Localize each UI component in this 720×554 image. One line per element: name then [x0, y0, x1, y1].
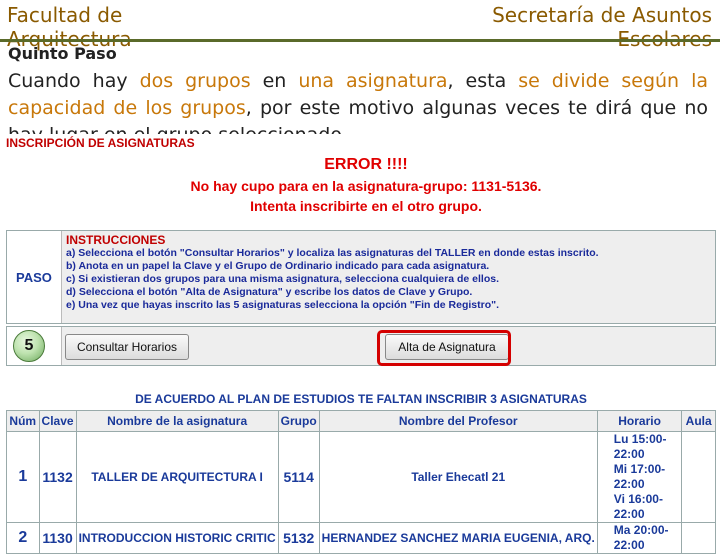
- instruction-line: c) Si existieran dos grupos para una mis…: [66, 273, 499, 285]
- instruction-line: d) Selecciona el botón "Alta de Asignatu…: [66, 286, 473, 298]
- step-number-badge: 5: [13, 330, 45, 362]
- table-row: 1 1132 TALLER DE ARQUITECTURA I 5114 Tal…: [6, 431, 716, 523]
- cell-group: 5132: [277, 522, 320, 554]
- column-header: Nombre de la asignatura: [75, 410, 279, 432]
- step-row: 5 Consultar Horarios Alta de Asignatura: [6, 326, 716, 366]
- plan-title: DE ACUERDO AL PLAN DE ESTUDIOS TE FALTAN…: [135, 392, 587, 406]
- column-header: Clave: [38, 410, 77, 432]
- step-indicator-cell: 5: [7, 327, 62, 365]
- schedule-line: Vi 16:00-22:00: [613, 492, 663, 521]
- highlight-text: dos grupos: [139, 70, 251, 92]
- instructions-body: INSTRUCCIONES a) Selecciona el botón "Co…: [62, 231, 715, 323]
- cell-subject-name: TALLER DE ARQUITECTURA I: [75, 431, 279, 523]
- column-header: Nombre del Profesor: [318, 410, 598, 432]
- consult-schedules-button[interactable]: Consultar Horarios: [65, 334, 189, 360]
- cell-schedule: Lu 15:00-22:00 Mi 17:00-22:00 Vi 16:00-2…: [596, 431, 683, 523]
- cell-num: 1: [6, 431, 40, 523]
- column-header: Grupo: [277, 410, 320, 432]
- subjects-table: Núm Clave Nombre de la asignatura Grupo …: [6, 410, 716, 554]
- error-message: No hay cupo para en la asignatura-grupo:…: [190, 178, 542, 194]
- instruction-line: e) Una vez que hayas inscrito las 5 asig…: [66, 299, 500, 311]
- slide-subtitle: Quinto Paso: [8, 44, 117, 63]
- section-title: INSCRIPCIÓN DE ASIGNATURAS: [6, 136, 195, 150]
- instructions-panel: PASO INSTRUCCIONES a) Selecciona el botó…: [6, 230, 716, 324]
- cell-group: 5114: [277, 431, 320, 523]
- cell-num: 2: [6, 522, 40, 554]
- instruction-line: a) Selecciona el botón "Consultar Horari…: [66, 247, 599, 259]
- highlight-text: una asignatura: [298, 70, 448, 92]
- table-row: 2 1130 INTRODUCCION HISTORIC CRITIC 5132…: [6, 522, 716, 554]
- schedule-line: Lu 15:00-22:00: [613, 432, 667, 461]
- highlight-ring: [377, 330, 511, 366]
- explanation-paragraph: Cuando hay dos grupos en una asignatura,…: [8, 70, 708, 134]
- column-header: Horario: [596, 410, 683, 432]
- cell-clave: 1132: [38, 431, 77, 523]
- column-header: Aula: [681, 410, 716, 432]
- cell-subject-name: INTRODUCCION HISTORIC CRITIC: [75, 522, 279, 554]
- instructions-title: INSTRUCCIONES: [66, 233, 166, 247]
- error-heading: ERROR !!!!: [324, 156, 408, 173]
- cell-room: [681, 522, 716, 554]
- paso-label: PASO: [7, 231, 62, 323]
- column-header: Núm: [6, 410, 40, 432]
- cell-professor: HERNANDEZ SANCHEZ MARIA EUGENIA, ARQ.: [318, 522, 598, 554]
- cell-professor: Taller Ehecatl 21: [318, 431, 598, 523]
- schedule-line: Mi 17:00-22:00: [613, 462, 666, 491]
- enrollment-screenshot: INSCRIPCIÓN DE ASIGNATURAS ERROR !!!! No…: [6, 134, 716, 554]
- error-hint: Intenta inscribirte en el otro grupo.: [250, 198, 482, 214]
- cell-clave: 1130: [38, 522, 77, 554]
- schedule-line: Ma 20:00-22:00: [613, 523, 669, 552]
- table-header-row: Núm Clave Nombre de la asignatura Grupo …: [6, 410, 716, 432]
- cell-room: [681, 431, 716, 523]
- instruction-line: b) Anota en un papel la Clave y el Grupo…: [66, 260, 490, 272]
- cell-schedule: Ma 20:00-22:00: [596, 522, 683, 554]
- header-divider: [0, 39, 720, 42]
- header-right-title: Secretaría de Asuntos Escolares: [492, 3, 712, 51]
